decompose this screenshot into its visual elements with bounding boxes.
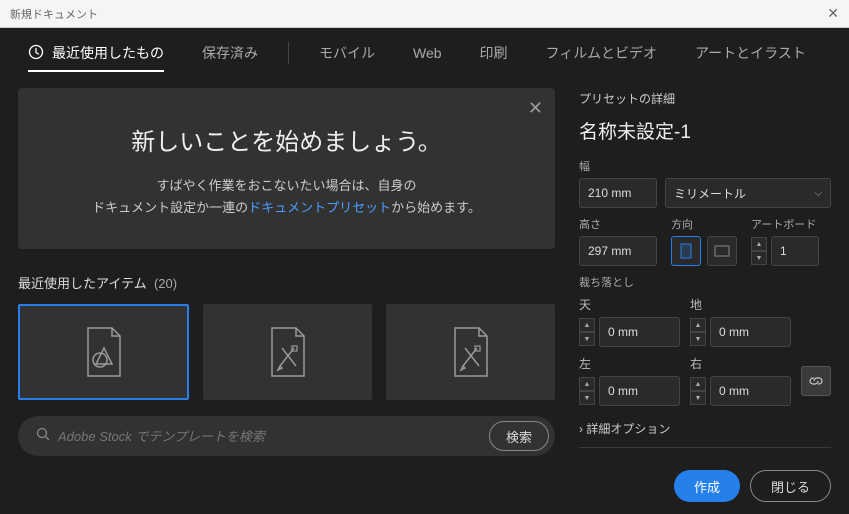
hero-close-icon[interactable]: ✕ [528, 98, 543, 119]
document-name[interactable]: 名称未設定-1 [579, 117, 831, 144]
advanced-options-toggle[interactable]: › 詳細オプション [579, 420, 831, 437]
tab-web[interactable]: Web [399, 28, 456, 78]
bleed-right-stepper[interactable]: ▲▼ [690, 377, 706, 405]
bleed-right-label: 右 [690, 355, 791, 372]
bleed-bottom-input[interactable]: 0 mm [710, 317, 791, 347]
height-label: 高さ [579, 216, 657, 232]
bleed-right-input[interactable]: 0 mm [710, 376, 791, 406]
tab-recent-label: 最近使用したもの [52, 43, 164, 63]
bleed-left-label: 左 [579, 355, 680, 372]
landscape-icon [714, 245, 730, 257]
recent-cards [18, 304, 555, 400]
recent-card-2[interactable] [203, 304, 372, 400]
bleed-top-label: 天 [579, 296, 680, 313]
stock-search-button[interactable]: 検索 [489, 421, 549, 451]
close-button[interactable]: 閉じる [750, 470, 831, 502]
recent-card-1[interactable] [18, 304, 189, 400]
chevron-right-icon: › [579, 422, 583, 436]
width-label: 幅 [579, 158, 831, 174]
recent-items-label: 最近使用したアイテム (20) [18, 273, 555, 292]
recent-card-3[interactable] [386, 304, 555, 400]
bleed-link-button[interactable] [801, 366, 831, 396]
chevron-down-icon: ⌵ [814, 188, 822, 199]
tab-divider [288, 42, 289, 64]
clock-icon [28, 44, 44, 63]
category-tabs: 最近使用したもの 保存済み モバイル Web 印刷 フィルムとビデオ アートとイ… [0, 28, 849, 78]
orientation-portrait[interactable] [671, 236, 701, 266]
artboard-stepper[interactable]: ▲▼ [751, 237, 767, 265]
hero-text: すばやく作業をおこないたい場合は、自身の ドキュメント設定か一連のドキュメントプ… [58, 175, 515, 219]
portrait-icon [680, 243, 692, 259]
height-input[interactable]: 297 mm [579, 236, 657, 266]
link-icon [809, 374, 823, 388]
hero-title: 新しいことを始めましょう。 [58, 122, 515, 157]
window-close-icon[interactable]: ✕ [827, 5, 839, 22]
tab-mobile[interactable]: モバイル [305, 28, 389, 78]
bleed-left-stepper[interactable]: ▲▼ [579, 377, 595, 405]
preset-details-panel: プリセットの詳細 名称未設定-1 幅 210 mm ミリメートル ⌵ 高さ 29… [573, 78, 849, 514]
bleed-top-stepper[interactable]: ▲▼ [579, 318, 595, 346]
orientation-landscape[interactable] [707, 236, 737, 266]
document-ai-icon [82, 326, 126, 378]
tab-art[interactable]: アートとイラスト [681, 28, 820, 78]
artboard-input[interactable]: 1 [771, 236, 819, 266]
window-title: 新規ドキュメント [10, 6, 98, 22]
tab-film[interactable]: フィルムとビデオ [532, 28, 671, 78]
orientation-label: 方向 [671, 216, 737, 232]
bleed-left-input[interactable]: 0 mm [599, 376, 680, 406]
bleed-top-input[interactable]: 0 mm [599, 317, 680, 347]
document-tools-icon [449, 326, 493, 378]
stock-search-input[interactable] [58, 429, 489, 444]
document-tools-icon [266, 326, 310, 378]
search-icon [36, 427, 50, 446]
tab-recent[interactable]: 最近使用したもの [14, 28, 178, 78]
divider [579, 447, 831, 448]
bleed-label: 裁ち落とし [579, 274, 831, 290]
hero-panel: ✕ 新しいことを始めましょう。 すばやく作業をおこないたい場合は、自身の ドキュ… [18, 88, 555, 249]
titlebar: 新規ドキュメント ✕ [0, 0, 849, 28]
bleed-bottom-stepper[interactable]: ▲▼ [690, 318, 706, 346]
preset-link[interactable]: ドキュメントプリセット [248, 200, 391, 215]
unit-select[interactable]: ミリメートル ⌵ [665, 178, 831, 208]
width-input[interactable]: 210 mm [579, 178, 657, 208]
bleed-bottom-label: 地 [690, 296, 791, 313]
artboard-label: アートボード [751, 216, 819, 232]
create-button[interactable]: 作成 [674, 470, 740, 502]
tab-print[interactable]: 印刷 [466, 28, 522, 78]
tab-saved[interactable]: 保存済み [188, 28, 272, 78]
stock-search-bar: 検索 [18, 416, 555, 456]
preset-details-header: プリセットの詳細 [579, 90, 831, 107]
